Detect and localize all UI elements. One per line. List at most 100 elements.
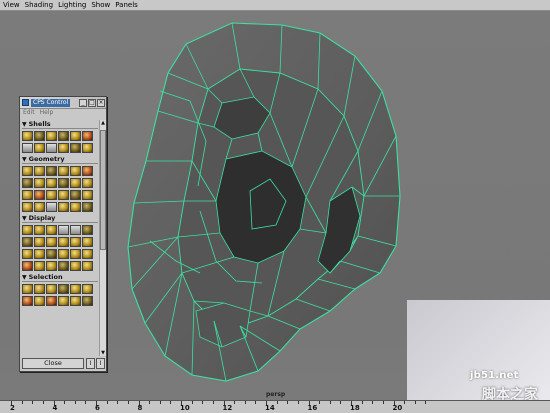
selection-tool-icon[interactable] — [82, 296, 93, 306]
display-tool-icon[interactable] — [46, 261, 57, 271]
menu-panels[interactable]: Panels — [115, 0, 138, 10]
geometry-tool-icon[interactable] — [70, 190, 81, 200]
close-icon[interactable]: × — [97, 98, 105, 107]
display-tool-icon[interactable] — [70, 237, 81, 247]
display-tool-icon[interactable] — [34, 237, 45, 247]
menu-view[interactable]: View — [3, 0, 20, 10]
geometry-tool-icon[interactable] — [82, 166, 93, 176]
display-tool-icon[interactable] — [70, 249, 81, 259]
cps-titlebar[interactable]: CPS Control _ □ × — [20, 97, 106, 109]
geometry-tool-icon[interactable] — [34, 178, 45, 188]
shell-tool-icon[interactable] — [58, 143, 69, 153]
shell-tool-icon[interactable] — [46, 131, 57, 141]
display-tool-icon[interactable] — [82, 237, 93, 247]
geometry-tool-icon[interactable] — [70, 202, 81, 212]
minimize-icon[interactable]: _ — [79, 98, 87, 107]
geometry-tool-icon[interactable] — [58, 166, 69, 176]
maximize-icon[interactable]: □ — [88, 98, 96, 107]
geometry-tool-icon[interactable] — [70, 166, 81, 176]
scroll-up-icon[interactable]: ▲ — [100, 120, 106, 126]
geometry-tool-icon[interactable] — [46, 190, 57, 200]
cps-scrollbar[interactable]: ▲ ▼ — [99, 120, 106, 356]
display-tool-icon[interactable] — [34, 249, 45, 259]
selection-tool-icon[interactable] — [58, 284, 69, 294]
display-tool-icon[interactable] — [34, 261, 45, 271]
display-tool-icon[interactable] — [70, 261, 81, 271]
collapse-triangle-icon[interactable]: ▼ — [22, 215, 27, 222]
display-tool-icon[interactable] — [22, 249, 33, 259]
selection-tool-icon[interactable] — [58, 296, 69, 306]
selection-tool-icon[interactable] — [22, 284, 33, 294]
time-slider[interactable]: 2 4 6 8 10 12 14 16 18 20 — [0, 400, 550, 413]
shell-tool-icon[interactable] — [82, 131, 93, 141]
display-tool-icon[interactable] — [22, 225, 33, 235]
geometry-tool-icon[interactable] — [82, 190, 93, 200]
display-tool-icon[interactable] — [82, 249, 93, 259]
selection-tool-icon[interactable] — [46, 284, 57, 294]
display-tool-icon[interactable] — [34, 225, 45, 235]
selection-tool-icon[interactable] — [70, 284, 81, 294]
shell-tool-icon[interactable] — [34, 143, 45, 153]
geometry-tool-icon[interactable] — [34, 202, 45, 212]
geometry-tool-icon[interactable] — [22, 202, 33, 212]
footer-small-button[interactable]: I — [96, 358, 105, 369]
geometry-tool-icon[interactable] — [34, 190, 45, 200]
selection-tool-icon[interactable] — [34, 284, 45, 294]
geometry-tool-icon[interactable] — [46, 202, 57, 212]
display-tool-icon[interactable] — [46, 249, 57, 259]
collapse-triangle-icon[interactable]: ▼ — [22, 156, 27, 163]
display-tool-icon[interactable] — [70, 225, 81, 235]
display-tool-icon[interactable] — [82, 261, 93, 271]
geometry-tool-icon[interactable] — [82, 202, 93, 212]
close-button[interactable]: Close — [22, 358, 84, 369]
selection-tool-icon[interactable] — [46, 296, 57, 306]
display-tool-icon[interactable] — [46, 225, 57, 235]
display-tool-icon[interactable] — [58, 261, 69, 271]
cps-menu-help[interactable]: Help — [40, 109, 54, 118]
section-display-header[interactable]: ▼ Display — [22, 214, 98, 223]
display-tool-icon[interactable] — [58, 225, 69, 235]
footer-small-button[interactable]: I — [86, 358, 95, 369]
collapse-triangle-icon[interactable]: ▼ — [22, 121, 27, 128]
display-tool-icon[interactable] — [22, 261, 33, 271]
menu-show[interactable]: Show — [91, 0, 110, 10]
geometry-tool-icon[interactable] — [58, 202, 69, 212]
geometry-tool-icon[interactable] — [82, 178, 93, 188]
selection-tool-icon[interactable] — [70, 296, 81, 306]
geometry-tool-icon[interactable] — [22, 166, 33, 176]
shell-tool-icon[interactable] — [70, 143, 81, 153]
shell-tool-icon[interactable] — [22, 131, 33, 141]
geometry-tool-icon[interactable] — [22, 190, 33, 200]
shell-tool-icon[interactable] — [22, 143, 33, 153]
cps-menu-edit[interactable]: Edit — [23, 109, 35, 118]
collapse-triangle-icon[interactable]: ▼ — [22, 274, 27, 281]
section-geometry-header[interactable]: ▼ Geometry — [22, 155, 98, 164]
display-tool-icon[interactable] — [58, 237, 69, 247]
display-tool-icon[interactable] — [46, 237, 57, 247]
scroll-thumb[interactable] — [100, 130, 106, 250]
geometry-tool-icon[interactable] — [58, 178, 69, 188]
display-tool-icon[interactable] — [22, 237, 33, 247]
display-tool-icon[interactable] — [58, 249, 69, 259]
geometry-tool-icon[interactable] — [58, 190, 69, 200]
geometry-tool-icon[interactable] — [46, 166, 57, 176]
cps-control-window[interactable]: CPS Control _ □ × Edit Help ▼ Shells ▼ G… — [19, 96, 107, 372]
menu-lighting[interactable]: Lighting — [58, 0, 86, 10]
section-selection-header[interactable]: ▼ Selection — [22, 273, 98, 282]
shell-tool-icon[interactable] — [70, 131, 81, 141]
scroll-down-icon[interactable]: ▼ — [100, 350, 106, 356]
selection-tool-icon[interactable] — [34, 296, 45, 306]
shell-tool-icon[interactable] — [46, 143, 57, 153]
geometry-tool-icon[interactable] — [46, 178, 57, 188]
selection-tool-icon[interactable] — [82, 284, 93, 294]
selection-tool-icon[interactable] — [22, 296, 33, 306]
shell-tool-icon[interactable] — [34, 131, 45, 141]
shell-tool-icon[interactable] — [82, 143, 93, 153]
menu-shading[interactable]: Shading — [25, 0, 53, 10]
section-shells-header[interactable]: ▼ Shells — [22, 120, 98, 129]
geometry-tool-icon[interactable] — [22, 178, 33, 188]
geometry-tool-icon[interactable] — [70, 178, 81, 188]
shell-tool-icon[interactable] — [58, 131, 69, 141]
geometry-tool-icon[interactable] — [34, 166, 45, 176]
display-tool-icon[interactable] — [82, 225, 93, 235]
